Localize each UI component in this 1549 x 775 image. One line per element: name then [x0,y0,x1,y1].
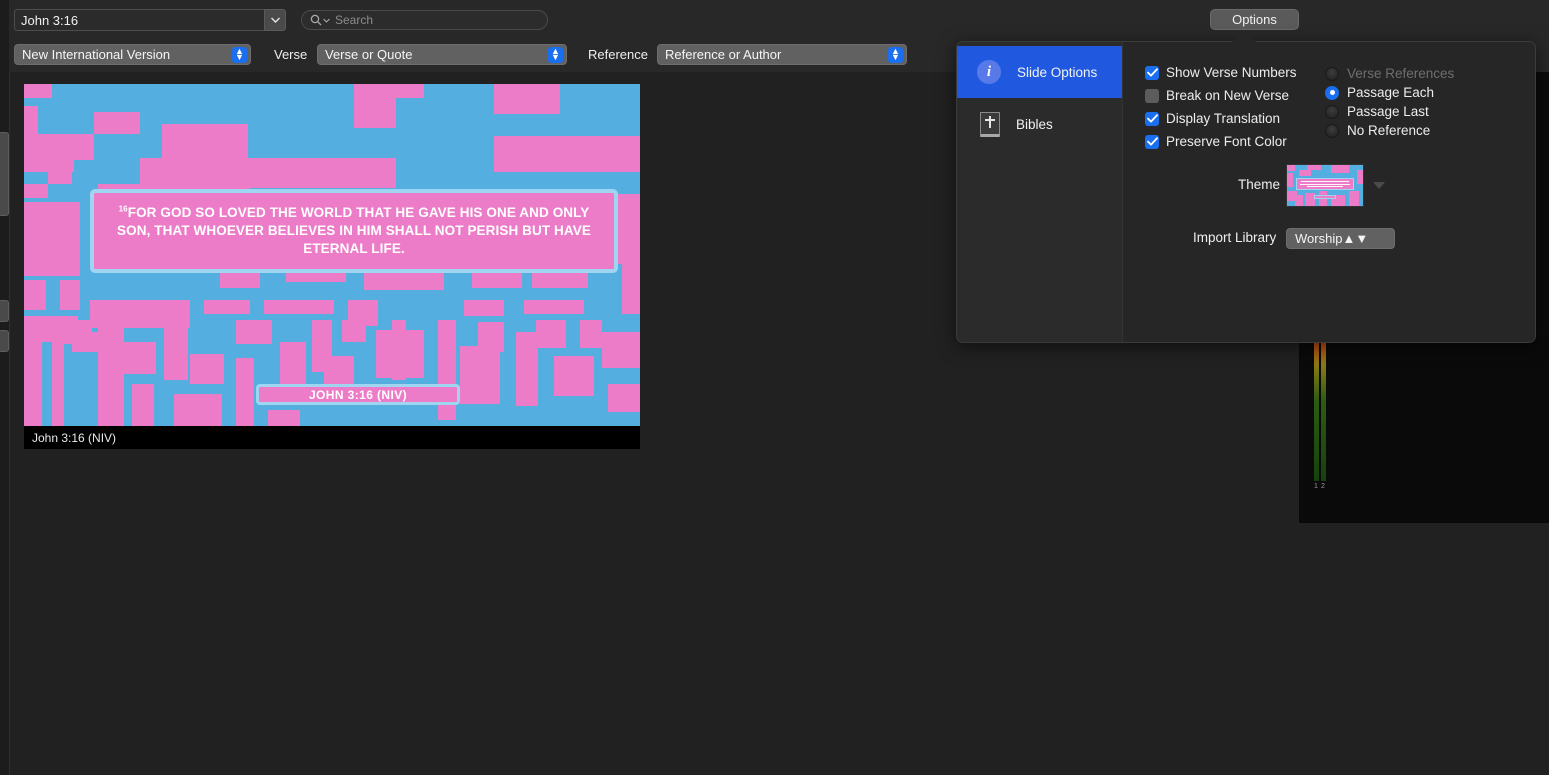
audio-meter-bar-1 [1314,343,1319,481]
verse-dropdown[interactable]: Verse or Quote ▲ ▼ [317,44,567,65]
radio-verse-references: Verse References [1325,66,1454,81]
stepper-icon: ▲▼ [548,46,563,63]
sidebar-item-bibles[interactable]: Bibles [957,98,1122,150]
popover-arrow [1232,30,1256,42]
checkbox-label: Show Verse Numbers [1166,65,1297,80]
checkbox-checked-icon [1145,65,1159,80]
theme-thumbnail[interactable] [1286,164,1364,207]
theme-label: Theme [1238,177,1281,192]
slide-preview[interactable]: 16FOR GOD SO LOVED THE WORLD THAT HE GAV… [24,84,640,449]
checkbox-label: Preserve Font Color [1166,134,1287,149]
rail-handle-2[interactable] [0,300,9,322]
radio-unselected-icon [1325,66,1339,81]
audio-meter-bar-2 [1321,343,1326,481]
slide-caption-bar: John 3:16 (NIV) [24,426,640,449]
stepper-icon: ▲▼ [1342,231,1369,246]
radio-label: Passage Each [1347,85,1435,100]
translation-value: New International Version [22,47,171,62]
radio-label: Passage Last [1347,104,1429,119]
checkbox-display-translation[interactable]: Display Translation [1145,111,1280,126]
chevron-down-icon[interactable] [264,9,286,31]
slide-reference-box: JOHN 3:16 (NIV) [256,384,460,405]
search-field[interactable]: Search [301,10,548,30]
theme-chevron-down-icon[interactable] [1373,182,1385,189]
radio-unselected-icon [1325,123,1339,138]
bible-icon [980,111,1000,137]
reference-dropdown[interactable]: Reference or Author ▲ ▼ [657,44,907,65]
app-window: 1 2 John 3:16 Search Options New Interna… [0,0,1549,775]
search-icon [310,14,330,26]
audio-meter-label-1: 1 [1314,483,1318,490]
options-popover: i Slide Options Bibles Show Verse Number… [956,41,1536,343]
sidebar-item-slide-options[interactable]: i Slide Options [957,46,1122,98]
checkbox-label: Break on New Verse [1166,88,1290,103]
checkbox-break-on-new-verse[interactable]: Break on New Verse [1145,88,1289,103]
radio-passage-each[interactable]: Passage Each [1325,85,1434,100]
stepper-icon: ▲▼ [888,46,903,63]
checkbox-checked-icon [1145,111,1159,126]
options-button[interactable]: Options [1210,9,1299,30]
sidebar-item-label: Bibles [1016,116,1053,132]
reference-value: Reference or Author [665,47,782,62]
reference-label: Reference [588,47,648,62]
radio-selected-icon [1325,85,1339,100]
checkbox-show-verse-numbers[interactable]: Show Verse Numbers [1145,65,1297,80]
scripture-reference-combobox[interactable]: John 3:16 [14,9,286,31]
theme-thumb-verse-bar [1296,178,1354,190]
radio-label: Verse References [1347,66,1455,81]
import-library-label: Import Library [1193,230,1277,245]
search-chevron-icon [323,18,330,23]
radio-label: No Reference [1347,123,1431,138]
verse-body: FOR GOD SO LOVED THE WORLD THAT HE GAVE … [117,205,591,256]
audio-meter-label-2: 2 [1321,483,1325,490]
verse-value: Verse or Quote [325,47,413,62]
info-icon: i [977,60,1001,84]
slide-canvas: 16FOR GOD SO LOVED THE WORLD THAT HE GAV… [24,84,640,426]
search-placeholder: Search [335,13,374,27]
translation-dropdown[interactable]: New International Version ▲ ▼ [14,44,251,65]
left-rail [0,0,10,775]
checkbox-label: Display Translation [1166,111,1281,126]
slide-reference-text: JOHN 3:16 (NIV) [308,387,408,402]
radio-no-reference[interactable]: No Reference [1325,123,1430,138]
import-library-dropdown[interactable]: Worship ▲▼ [1286,228,1396,249]
import-library-value: Worship [1295,231,1343,246]
popover-body: Show Verse Numbers Break on New Verse Di… [1123,42,1535,342]
verse-label: Verse [274,47,308,62]
checkbox-checked-icon [1145,134,1159,149]
stepper-icon: ▲▼ [232,46,247,63]
popover-sidebar: i Slide Options Bibles [957,42,1123,342]
verse-number: 16 [118,204,128,214]
radio-passage-last[interactable]: Passage Last [1325,104,1429,119]
radio-unselected-icon [1325,104,1339,119]
checkbox-preserve-font-color[interactable]: Preserve Font Color [1145,134,1287,149]
rail-handle-1[interactable] [0,132,9,216]
theme-thumb-ref-bar [1314,195,1336,199]
slide-verse-box: 16FOR GOD SO LOVED THE WORLD THAT HE GAV… [90,189,618,273]
rail-handle-3[interactable] [0,330,9,352]
sidebar-item-label: Slide Options [1017,64,1098,80]
slide-caption-text: John 3:16 (NIV) [32,430,117,445]
audio-level-meters: 1 2 [1314,343,1328,493]
checkbox-unchecked-icon [1145,88,1159,103]
scripture-reference-input[interactable]: John 3:16 [14,9,264,31]
slide-verse-text: 16FOR GOD SO LOVED THE WORLD THAT HE GAV… [108,204,600,257]
